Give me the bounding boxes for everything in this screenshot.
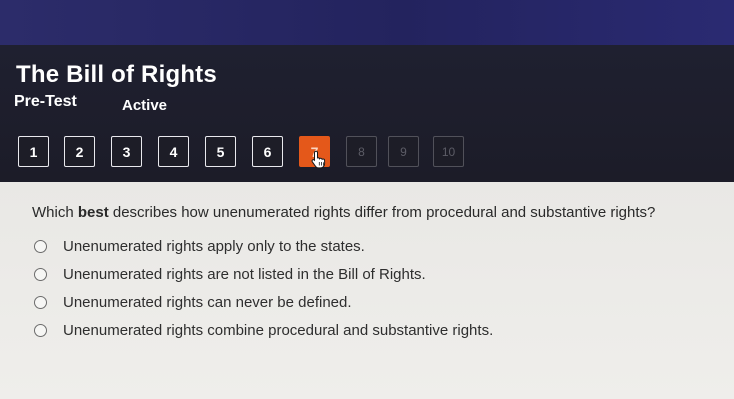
question-button-3[interactable]: 3 <box>111 136 142 167</box>
radio-button[interactable] <box>34 268 47 281</box>
question-button-10[interactable]: 10 <box>433 136 464 167</box>
top-bar <box>0 0 734 45</box>
answer-choice-3[interactable]: Unenumerated rights can never be defined… <box>34 294 352 311</box>
answer-choice-label: Unenumerated rights are not listed in th… <box>63 266 426 283</box>
question-emphasis: best <box>77 204 109 221</box>
question-text-start: Which <box>32 204 78 221</box>
answer-choice-label: Unenumerated rights can never be defined… <box>63 294 352 311</box>
page-title: The Bill of Rights <box>16 61 217 88</box>
radio-button[interactable] <box>34 324 47 337</box>
answer-choice-2[interactable]: Unenumerated rights are not listed in th… <box>34 266 426 283</box>
question-button-2[interactable]: 2 <box>64 136 95 167</box>
hand-pointer-icon <box>311 150 326 169</box>
question-button-4[interactable]: 4 <box>158 136 189 167</box>
status-label: Active <box>122 97 168 114</box>
answer-choice-4[interactable]: Unenumerated rights combine procedural a… <box>34 322 493 339</box>
question-button-5[interactable]: 5 <box>205 136 236 167</box>
question-button-8[interactable]: 8 <box>346 136 377 167</box>
test-screen: The Bill of Rights Pre-Test Active 1 2 3… <box>0 0 734 399</box>
question-button-9[interactable]: 9 <box>388 136 419 167</box>
question-button-1[interactable]: 1 <box>18 136 49 167</box>
question-text: Which best describes how unenumerated ri… <box>32 204 655 221</box>
question-button-6[interactable]: 6 <box>252 136 283 167</box>
question-text-end: describes how unenumerated rights differ… <box>108 204 656 221</box>
question-panel: Which best describes how unenumerated ri… <box>0 182 734 399</box>
radio-button[interactable] <box>34 296 47 309</box>
test-header: The Bill of Rights Pre-Test Active 1 2 3… <box>0 45 734 182</box>
answer-choice-label: Unenumerated rights apply only to the st… <box>63 238 365 255</box>
answer-choice-1[interactable]: Unenumerated rights apply only to the st… <box>34 238 365 255</box>
test-type-label: Pre-Test <box>14 93 77 110</box>
question-button-7-current[interactable]: 7 <box>299 136 330 169</box>
answer-choice-label: Unenumerated rights combine procedural a… <box>63 322 494 339</box>
radio-button[interactable] <box>34 240 47 253</box>
